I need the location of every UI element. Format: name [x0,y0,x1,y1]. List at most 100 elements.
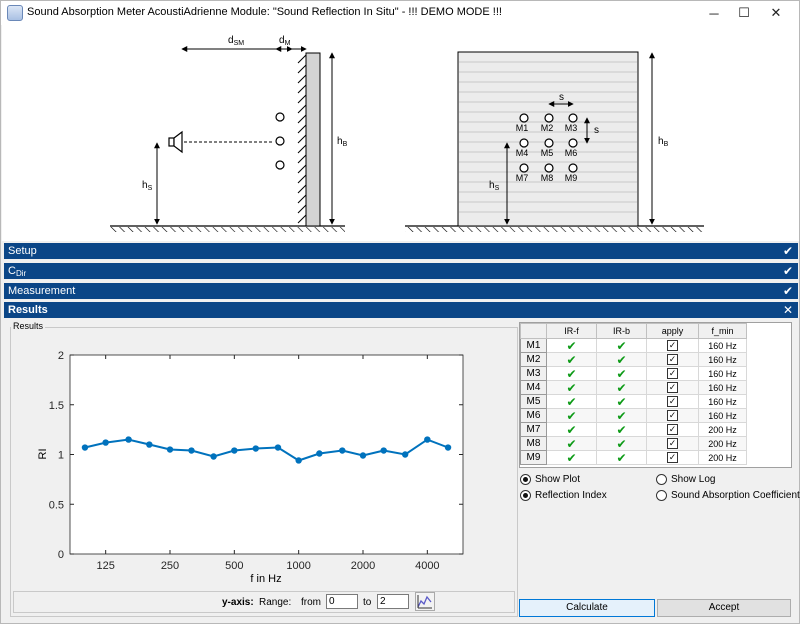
data-point [188,447,195,454]
calculate-button[interactable]: Calculate [519,599,655,617]
setup-sketch: dSM dM hB hS M1 M2 M3 M4 M5 M6 M7 M8 M9 … [110,35,704,232]
check-icon: ✔ [566,338,577,353]
apply-checkbox[interactable]: ✓ [667,424,678,435]
ir-f-status: ✔ [546,436,597,451]
check-icon: ✔ [566,450,577,465]
check-icon: ✔ [616,394,627,409]
radio-selected-indicator [520,489,531,501]
f-min-cell[interactable]: 160 Hz [698,408,747,423]
col-header-ir-b: IR-b [596,323,647,339]
table-row[interactable]: M1 ✔ ✔ ✓ 160 Hz [520,338,747,353]
app-icon [7,5,23,21]
apply-checkbox[interactable]: ✓ [667,438,678,449]
apply-checkbox[interactable]: ✓ [667,410,678,421]
section-setup[interactable]: Setup ✔ [4,243,798,259]
range-from-input[interactable] [326,594,358,609]
apply-checkbox[interactable]: ✓ [667,368,678,379]
absorption-coefficient-label: Sound Absorption Coefficient [671,489,800,501]
data-point [401,451,409,458]
f-min-cell[interactable]: 160 Hz [698,338,747,353]
data-point [274,444,282,451]
show-plot-radio[interactable]: Show Plot [520,472,580,486]
section-cdir[interactable]: CDir ✔ [4,263,798,279]
check-icon: ✔ [616,408,627,423]
apply-checkbox[interactable]: ✓ [667,354,678,365]
ir-f-status: ✔ [546,450,597,465]
f-min-cell[interactable]: 200 Hz [698,422,747,437]
apply-checkbox[interactable]: ✓ [667,382,678,393]
f-min-cell[interactable]: 160 Hz [698,380,747,395]
mic-label-m2: M2 [541,123,554,133]
data-point [339,447,346,454]
section-cdir-label: CDir [8,265,27,278]
show-log-radio[interactable]: Show Log [656,472,715,486]
range-caption: Range: [259,597,292,608]
range-to-input[interactable] [377,594,409,609]
radio-selected-indicator [520,473,531,485]
check-icon: ✔ [782,264,794,278]
check-icon: ✔ [616,352,627,367]
svg-text:hS: hS [142,180,153,192]
autoscale-button[interactable] [415,592,435,611]
apply-checkbox-cell: ✓ [646,408,699,423]
apply-checkbox[interactable]: ✓ [667,452,678,463]
y-tick-label: 1.5 [49,400,64,412]
table-row[interactable]: M9 ✔ ✔ ✓ 200 Hz [520,450,747,465]
check-icon: ✔ [566,422,577,437]
accept-button[interactable]: Accept [657,599,791,617]
close-window-button[interactable]: ✕ [757,1,795,25]
y-axis-caption: y-axis: [222,597,254,608]
absorption-coefficient-radio[interactable]: Sound Absorption Coefficient [656,488,800,502]
table-row[interactable]: M8 ✔ ✔ ✓ 200 Hz [520,436,747,451]
ir-b-status: ✔ [596,338,647,353]
table-row[interactable]: M3 ✔ ✔ ✓ 160 Hz [520,366,747,381]
table-row[interactable]: M6 ✔ ✔ ✓ 160 Hz [520,408,747,423]
check-icon: ✔ [782,244,794,258]
microphone-table: IR-f IR-b apply f_min M1 ✔ ✔ ✓ 160 Hz M2 ✔ ✔ ✓ 16… [519,322,792,468]
data-point [252,445,259,452]
f-min-cell[interactable]: 160 Hz [698,394,747,409]
f-min-cell[interactable]: 160 Hz [698,352,747,367]
table-row[interactable]: M7 ✔ ✔ ✓ 200 Hz [520,422,747,437]
apply-checkbox-cell: ✓ [646,352,699,367]
apply-checkbox[interactable]: ✓ [667,396,678,407]
col-header-f-min: f_min [698,323,747,339]
loudspeaker-icon [168,130,183,154]
table-row[interactable]: M2 ✔ ✔ ✓ 160 Hz [520,352,747,367]
x-tick-label: 2000 [351,560,375,572]
f-min-cell[interactable]: 160 Hz [698,366,747,381]
data-point [359,452,367,459]
svg-text:dSM: dSM [228,35,244,47]
x-axis-label: f in Hz [250,573,281,585]
radio-indicator [656,489,667,501]
f-min-cell[interactable]: 200 Hz [698,436,747,451]
check-icon: ✔ [782,284,794,298]
data-point [295,457,302,464]
row-header: M5 [520,394,547,409]
f-min-cell[interactable]: 200 Hz [698,450,747,465]
row-header: M8 [520,436,547,451]
data-point [231,447,238,454]
check-icon: ✔ [566,366,577,381]
ir-f-status: ✔ [546,338,597,353]
reflection-index-radio[interactable]: Reflection Index [520,488,607,502]
label-s-horizontal: s [559,92,564,103]
apply-checkbox-cell: ✓ [646,338,699,353]
row-header: M7 [520,422,547,437]
ir-f-status: ✔ [546,394,597,409]
section-results[interactable]: Results ✕ [4,302,798,318]
table-row[interactable]: M5 ✔ ✔ ✓ 160 Hz [520,394,747,409]
apply-checkbox[interactable]: ✓ [667,340,678,351]
section-measurement[interactable]: Measurement ✔ [4,283,798,299]
mic-label-m7: M7 [516,173,529,183]
mic-label-m3: M3 [565,123,578,133]
close-icon[interactable]: ✕ [782,302,794,318]
apply-checkbox-cell: ✓ [646,394,699,409]
svg-text:hB: hB [337,136,348,148]
reflection-index-label: Reflection Index [535,489,607,501]
check-icon: ✔ [616,338,627,353]
ir-b-status: ✔ [596,366,647,381]
mic-label-m5: M5 [541,148,554,158]
table-row[interactable]: M4 ✔ ✔ ✓ 160 Hz [520,380,747,395]
to-caption: to [363,597,372,608]
